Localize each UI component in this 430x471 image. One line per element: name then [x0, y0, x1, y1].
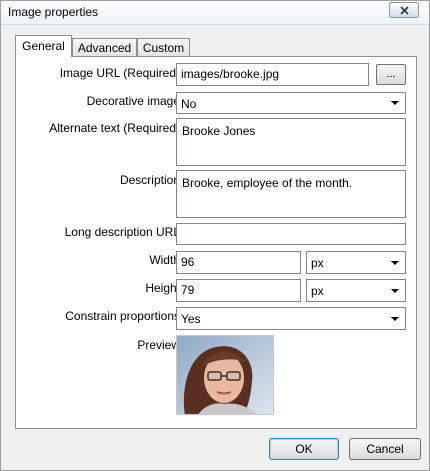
preview-label: Preview [137, 338, 180, 352]
close-button[interactable] [389, 2, 419, 18]
height-input[interactable]: 79 [176, 279, 301, 302]
alt-text-label: Alternate text (Required) [49, 121, 180, 135]
decorative-image-label: Decorative image [86, 94, 180, 108]
dropdown-arrow-icon [391, 288, 399, 293]
constrain-proportions-value: Yes [181, 312, 201, 326]
ok-button[interactable]: OK [269, 438, 339, 460]
title-bar: Image properties [1, 1, 429, 25]
dropdown-arrow-icon [391, 260, 399, 265]
dropdown-arrow-icon [391, 316, 399, 321]
image-properties-dialog: Image properties General Advanced Custom… [0, 0, 430, 471]
width-unit-value: px [311, 256, 324, 270]
decorative-image-select[interactable]: No [176, 92, 406, 114]
height-label: Height [145, 281, 180, 295]
height-unit-value: px [311, 284, 324, 298]
width-unit-select[interactable]: px [306, 251, 406, 274]
width-input[interactable]: 96 [176, 251, 301, 274]
width-label: Width [149, 253, 180, 267]
browse-button[interactable]: ... [376, 64, 406, 85]
decorative-image-value: No [181, 97, 197, 111]
image-url-input[interactable]: images/brooke.jpg [176, 63, 369, 86]
long-description-input[interactable] [176, 223, 406, 245]
long-description-label: Long description URL [64, 225, 180, 239]
image-url-label: Image URL (Required) [59, 66, 180, 80]
close-icon [399, 5, 409, 15]
preview-image [176, 335, 274, 415]
height-unit-select[interactable]: px [306, 279, 406, 302]
description-input[interactable]: Brooke, employee of the month. [176, 170, 406, 218]
tab-general[interactable]: General [15, 35, 72, 57]
constrain-proportions-label: Constrain proportions [65, 309, 180, 323]
cancel-button[interactable]: Cancel [349, 438, 421, 460]
portrait-photo [177, 336, 273, 414]
tab-custom[interactable]: Custom [137, 38, 190, 56]
tab-advanced[interactable]: Advanced [72, 38, 137, 56]
general-panel: Image URL (Required) images/brooke.jpg .… [15, 56, 417, 429]
description-label: Description [119, 173, 180, 187]
constrain-proportions-select[interactable]: Yes [176, 307, 406, 330]
alt-text-input[interactable]: Brooke Jones [176, 118, 406, 166]
dialog-title: Image properties [8, 5, 99, 19]
dropdown-arrow-icon [391, 101, 399, 105]
